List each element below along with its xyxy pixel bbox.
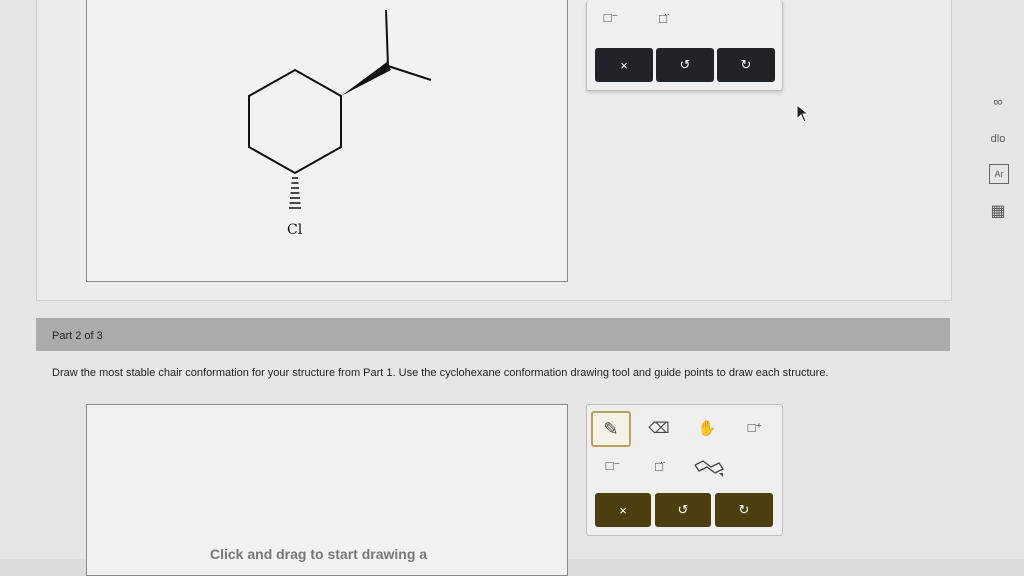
box-minus-icon: □⁻	[605, 458, 621, 473]
box-lone-pair-tool[interactable]: □̈	[645, 455, 673, 477]
part1-toolbar: □⁻ □̈ × ↺ ↻	[586, 0, 783, 91]
undo-button[interactable]: ↺	[655, 493, 711, 527]
redo-icon: ↻	[740, 57, 752, 72]
chart-icon[interactable]: dlo	[986, 128, 1010, 150]
pencil-tool[interactable]: ✎	[591, 411, 631, 447]
eraser-tool[interactable]: ⌫	[645, 415, 673, 441]
cyclohexane-ring	[248, 68, 342, 175]
clear-icon: ×	[620, 57, 628, 73]
hand-tool[interactable]: ✋	[693, 415, 721, 441]
pencil-icon: ✎	[603, 418, 619, 439]
undo-button[interactable]: ↺	[656, 48, 714, 82]
clear-button[interactable]: ×	[595, 48, 653, 82]
undo-icon: ↺	[677, 502, 689, 517]
redo-icon: ↻	[738, 502, 750, 517]
box-minus-tool[interactable]: □⁻	[599, 455, 627, 477]
box-plus-tool[interactable]: □⁺	[741, 415, 769, 441]
hashed-bond	[289, 177, 301, 209]
periodic-table-icon[interactable]: Ar	[989, 164, 1009, 184]
page: Cl □⁻ □̈ × ↺ ↻ ∞ dlo Ar ▦ Part 2 of 3 Dr…	[0, 0, 1024, 576]
chair-conformation-tool[interactable]	[691, 455, 727, 479]
part-label: Part 2 of 3	[52, 330, 103, 342]
infinity-icon[interactable]: ∞	[986, 90, 1010, 112]
undo-icon: ↺	[679, 57, 691, 72]
part2-header: Part 2 of 3	[36, 318, 950, 351]
isopropyl-bond-right	[387, 65, 432, 81]
part1-drawing-canvas[interactable]: Cl	[86, 0, 568, 282]
box-lone-pair-icon[interactable]: □̈	[651, 8, 675, 28]
box-plus-icon: □⁺	[747, 420, 763, 435]
calculator-icon[interactable]: ▦	[986, 200, 1010, 222]
isopropyl-bond-up	[385, 9, 389, 67]
part2-instructions: Draw the most stable chair conformation …	[52, 367, 829, 379]
box-minus-icon[interactable]: □⁻	[599, 8, 623, 28]
molecule-structure: Cl	[248, 9, 432, 238]
redo-button[interactable]: ↻	[717, 48, 775, 82]
clear-icon: ×	[619, 502, 627, 518]
chair-conformation-icon	[694, 460, 724, 477]
wedge-bond	[341, 62, 391, 96]
part2-toolbar: ✎ ⌫ ✋ □⁺ □⁻ □̈ × ↺ ↻	[586, 404, 783, 536]
box-lone-pair-icon: □̈	[655, 458, 663, 474]
mouse-cursor-icon	[796, 104, 810, 123]
clear-button[interactable]: ×	[595, 493, 651, 527]
eraser-icon: ⌫	[648, 420, 670, 437]
chlorine-label: Cl	[287, 222, 303, 238]
canvas-hint: Click and drag to start drawing a	[210, 546, 428, 562]
redo-button[interactable]: ↻	[715, 493, 773, 527]
hand-icon: ✋	[697, 420, 717, 437]
